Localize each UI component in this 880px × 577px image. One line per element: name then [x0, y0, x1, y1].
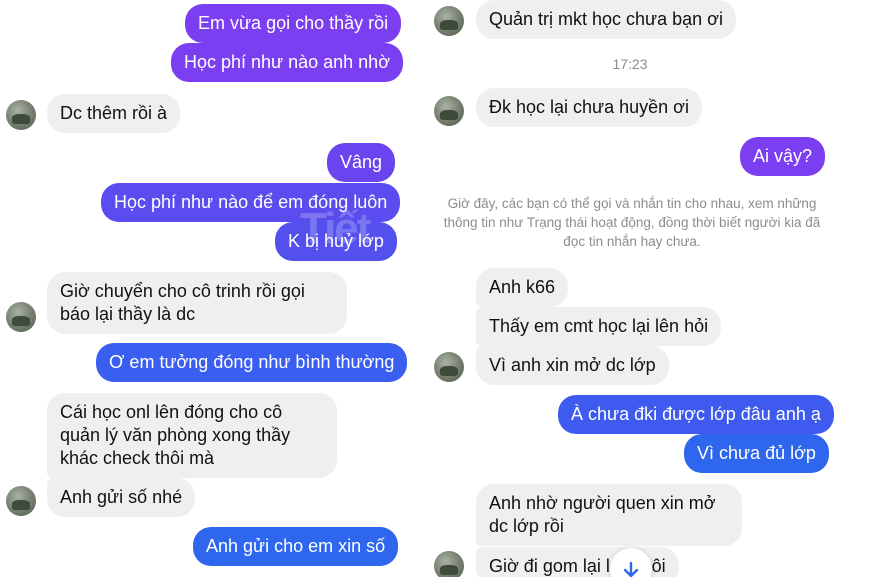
outgoing-message[interactable]: Vì chưa đủ lớp	[684, 434, 829, 473]
outgoing-message[interactable]: Vâng	[327, 143, 396, 182]
incoming-message[interactable]: Vì anh xin mở dc lớp	[476, 346, 669, 385]
outgoing-message[interactable]: Ơ em tưởng đóng như bình thường	[96, 343, 408, 382]
avatar-icon[interactable]	[434, 96, 464, 126]
info-note: Giờ đây, các bạn có thể gọi và nhắn tin …	[443, 196, 821, 249]
incoming-message[interactable]: Anh k66	[476, 268, 569, 307]
left-conversation[interactable]: Em vừa gọi cho thầy rồi Học phí như nào …	[0, 0, 410, 577]
outgoing-message[interactable]: Anh gửi cho em xin số	[193, 527, 399, 566]
outgoing-message[interactable]: Em vừa gọi cho thầy rồi	[185, 4, 402, 43]
incoming-message[interactable]: Quản trị mkt học chưa bạn ơi	[476, 0, 736, 39]
watermark-logo: Tiết	[300, 204, 371, 253]
incoming-message[interactable]: Thấy em cmt học lại lên hỏi	[476, 307, 722, 346]
avatar-icon[interactable]	[434, 551, 464, 577]
right-conversation[interactable]: Quản trị mkt học chưa bạn ơi 17:23 Đk họ…	[420, 0, 880, 577]
avatar-icon[interactable]	[6, 486, 36, 516]
incoming-message[interactable]: Dc thêm rồi à	[47, 94, 181, 133]
arrow-down-icon	[623, 562, 639, 577]
avatar-icon[interactable]	[6, 100, 36, 130]
incoming-message[interactable]: Anh nhờ người quen xin mở dc lớp rồi	[476, 484, 742, 546]
outgoing-message[interactable]: À chưa đki được lớp đâu anh ạ	[558, 395, 834, 434]
incoming-message[interactable]: Giờ chuyển cho cô trinh rồi gọi báo lại …	[47, 272, 347, 334]
incoming-message[interactable]: Anh gửi số nhé	[47, 478, 196, 517]
avatar-icon[interactable]	[434, 6, 464, 36]
avatar-icon[interactable]	[434, 352, 464, 382]
incoming-message[interactable]: Cái học onl lên đóng cho cô quản lý văn …	[47, 393, 337, 478]
outgoing-message[interactable]: Ai vậy?	[740, 137, 826, 176]
outgoing-message[interactable]: Học phí như nào anh nhờ	[171, 43, 403, 82]
timestamp: 17:23	[612, 56, 648, 72]
incoming-message[interactable]: Đk học lại chưa huyền ơi	[476, 88, 702, 127]
avatar-icon[interactable]	[6, 302, 36, 332]
